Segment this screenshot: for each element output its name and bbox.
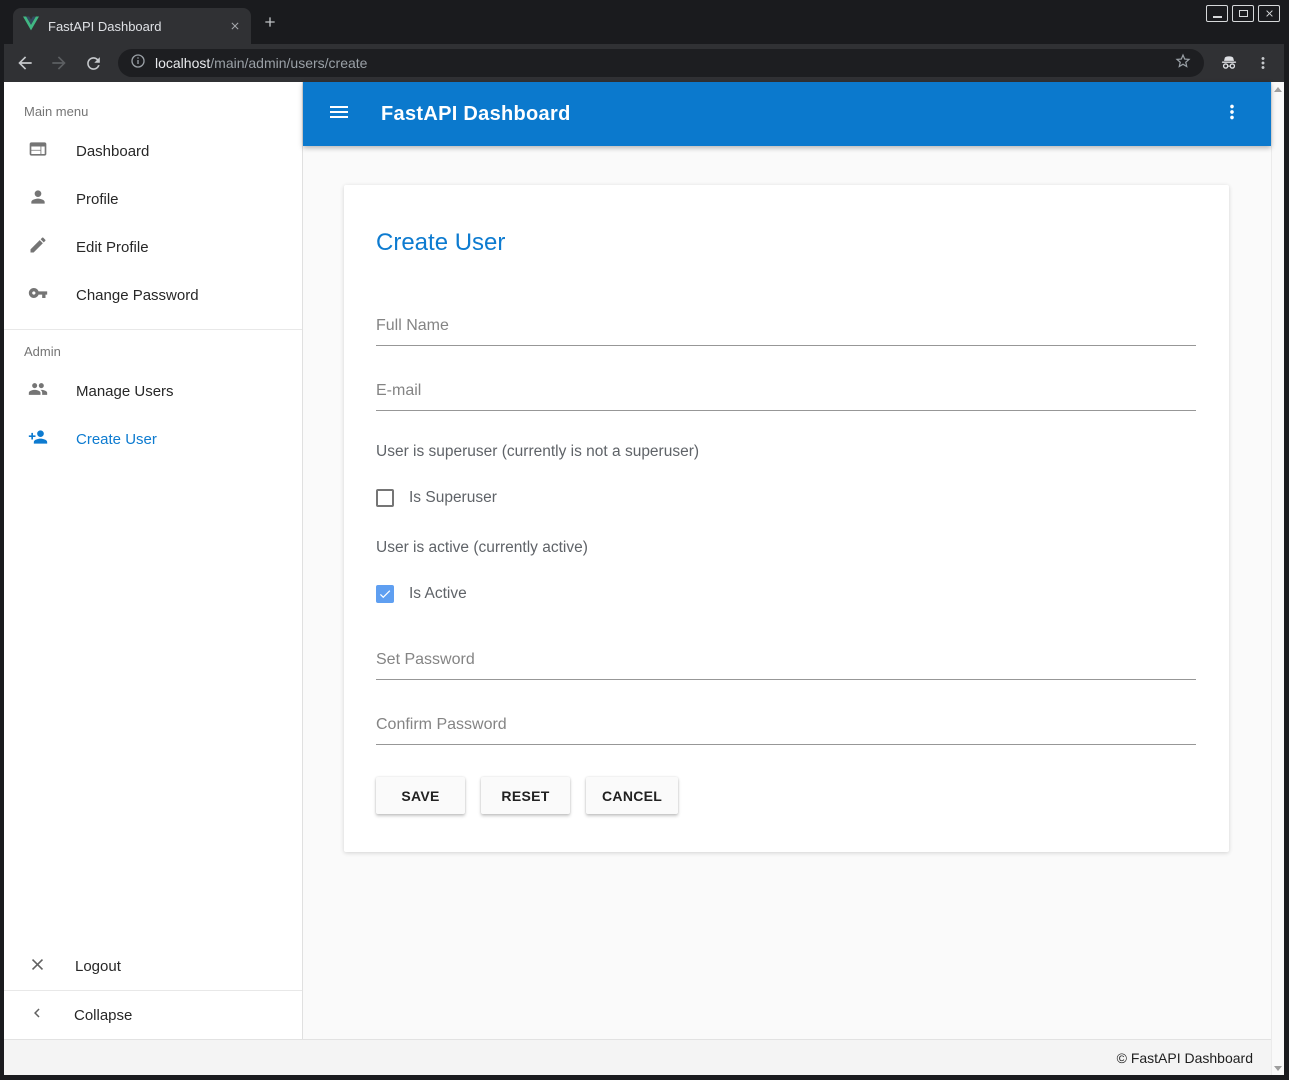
page-title: Create User xyxy=(376,229,1196,257)
form-actions: SAVE RESET CANCEL xyxy=(376,777,1196,814)
is-superuser-checkbox-row[interactable]: Is Superuser xyxy=(376,489,1196,507)
logout-x-icon xyxy=(28,955,47,978)
sidebar: Main menu Dashboard Profile xyxy=(4,82,303,1039)
url-host: localhost xyxy=(155,55,210,71)
maximize-icon[interactable] xyxy=(1232,5,1254,22)
sidebar-item-collapse[interactable]: Collapse xyxy=(4,991,302,1039)
browser-titlebar: FastAPI Dashboard xyxy=(4,0,1284,44)
confirm-password-field-wrap xyxy=(376,712,1196,745)
page-scrollbar[interactable] xyxy=(1271,82,1284,1075)
sidebar-item-label: Change Password xyxy=(76,287,199,304)
tab-close-icon[interactable] xyxy=(229,20,241,32)
key-icon xyxy=(28,283,48,307)
reset-button[interactable]: RESET xyxy=(481,777,570,814)
sidebar-item-dashboard[interactable]: Dashboard xyxy=(4,127,302,175)
sidebar-item-label: Logout xyxy=(75,958,121,975)
sidebar-section-admin: Admin xyxy=(4,344,302,359)
is-active-label: Is Active xyxy=(409,585,467,603)
pencil-icon xyxy=(28,235,48,259)
checkbox-unchecked-icon[interactable] xyxy=(376,489,394,507)
sidebar-divider xyxy=(4,329,302,330)
bookmark-star-icon[interactable] xyxy=(1174,52,1192,75)
sidebar-item-label: Create User xyxy=(76,431,157,448)
checkbox-checked-icon[interactable] xyxy=(376,585,394,603)
sidebar-item-label: Edit Profile xyxy=(76,239,149,256)
new-tab-icon[interactable] xyxy=(262,14,278,30)
sidebar-item-change-password[interactable]: Change Password xyxy=(4,271,302,319)
appbar: FastAPI Dashboard xyxy=(303,82,1271,146)
sidebar-item-label: Profile xyxy=(76,191,119,208)
page-viewport: Main menu Dashboard Profile xyxy=(4,82,1284,1075)
create-user-card: Create User User is superuser (currently… xyxy=(344,185,1229,852)
dashboard-icon xyxy=(28,139,48,163)
sidebar-item-label: Collapse xyxy=(74,1007,132,1024)
back-icon[interactable] xyxy=(12,50,38,76)
page-content: Create User User is superuser (currently… xyxy=(303,146,1271,1039)
email-input[interactable] xyxy=(376,378,1196,411)
scrollbar-down-icon[interactable] xyxy=(1274,1066,1282,1071)
main-area: FastAPI Dashboard Create User xyxy=(303,82,1271,1039)
chevron-left-icon xyxy=(28,1004,46,1026)
set-password-field-wrap xyxy=(376,647,1196,680)
sidebar-item-manage-users[interactable]: Manage Users xyxy=(4,367,302,415)
sidebar-item-create-user[interactable]: Create User xyxy=(4,415,302,463)
active-hint: User is active (currently active) xyxy=(376,539,1196,557)
superuser-hint: User is superuser (currently is not a su… xyxy=(376,443,1196,461)
forward-icon[interactable] xyxy=(46,50,72,76)
save-button[interactable]: SAVE xyxy=(376,777,465,814)
site-info-icon[interactable] xyxy=(130,53,146,74)
appbar-overflow-icon[interactable] xyxy=(1221,101,1243,128)
is-active-checkbox-row[interactable]: Is Active xyxy=(376,585,1196,603)
incognito-icon xyxy=(1216,50,1242,76)
person-icon xyxy=(28,187,48,211)
sidebar-item-edit-profile[interactable]: Edit Profile xyxy=(4,223,302,271)
minimize-icon[interactable] xyxy=(1206,5,1228,22)
vue-logo-icon xyxy=(23,16,39,36)
is-superuser-label: Is Superuser xyxy=(409,489,497,507)
sidebar-item-label: Manage Users xyxy=(76,383,174,400)
page-footer: © FastAPI Dashboard xyxy=(4,1039,1271,1075)
url-text[interactable]: localhost/main/admin/users/create xyxy=(155,55,1165,71)
reload-icon[interactable] xyxy=(80,50,106,76)
cancel-button[interactable]: CANCEL xyxy=(586,777,678,814)
sidebar-item-profile[interactable]: Profile xyxy=(4,175,302,223)
browser-window: FastAPI Dashboard xyxy=(0,0,1289,1080)
full-name-input[interactable] xyxy=(376,313,1196,346)
set-password-input[interactable] xyxy=(376,647,1196,680)
appbar-title: FastAPI Dashboard xyxy=(381,103,571,126)
browser-toolbar: localhost/main/admin/users/create xyxy=(4,44,1284,82)
sidebar-item-label: Dashboard xyxy=(76,143,149,160)
hamburger-menu-icon[interactable] xyxy=(327,100,351,129)
browser-tab[interactable]: FastAPI Dashboard xyxy=(13,8,251,44)
url-bar[interactable]: localhost/main/admin/users/create xyxy=(118,49,1204,77)
url-path: /main/admin/users/create xyxy=(210,55,367,71)
full-name-field-wrap xyxy=(376,313,1196,346)
close-window-icon[interactable] xyxy=(1258,5,1280,22)
sidebar-section-main-menu: Main menu xyxy=(4,104,302,119)
sidebar-item-logout[interactable]: Logout xyxy=(4,942,302,990)
person-add-icon xyxy=(28,427,48,451)
people-icon xyxy=(28,379,48,403)
email-field-wrap xyxy=(376,378,1196,411)
browser-menu-icon[interactable] xyxy=(1250,50,1276,76)
copyright-text: © FastAPI Dashboard xyxy=(1117,1050,1253,1066)
scrollbar-up-icon[interactable] xyxy=(1274,87,1282,92)
confirm-password-input[interactable] xyxy=(376,712,1196,745)
window-controls xyxy=(1206,5,1280,22)
tab-title: FastAPI Dashboard xyxy=(48,19,220,34)
